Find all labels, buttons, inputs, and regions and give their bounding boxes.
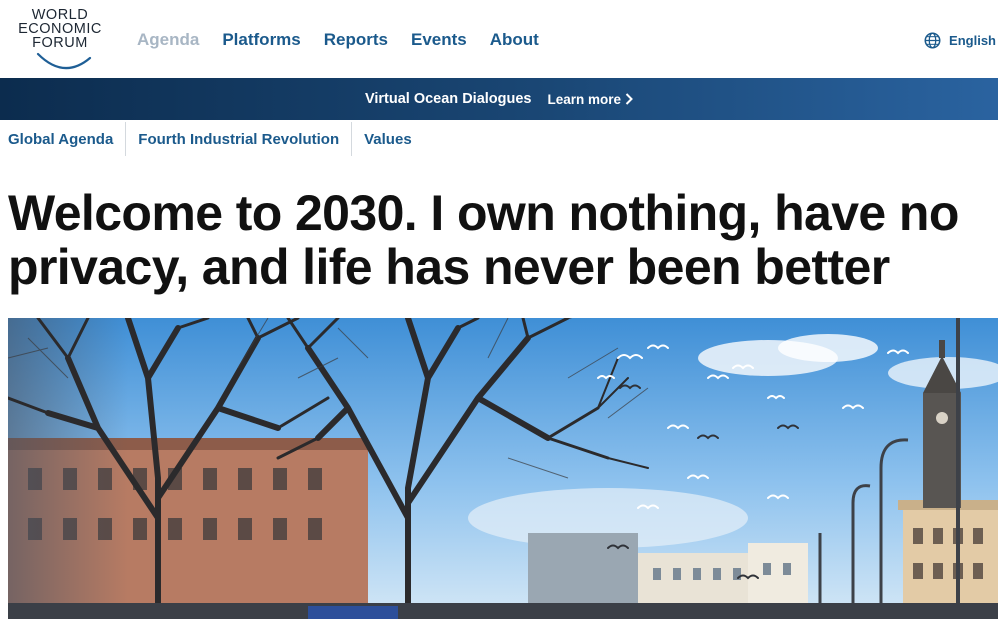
tag-fourth-industrial-revolution[interactable]: Fourth Industrial Revolution (126, 122, 353, 156)
nav-agenda[interactable]: Agenda (137, 30, 199, 50)
wef-logo[interactable]: WORLD ECONOMIC FORUM (6, 8, 116, 72)
promo-banner: Virtual Ocean Dialogues Learn more (0, 78, 998, 120)
logo-line-1: WORLD (31, 7, 89, 23)
logo-line-2: ECONOMIC (18, 21, 102, 37)
learn-more-link[interactable]: Learn more (548, 92, 634, 107)
topic-tags: Global Agenda Fourth Industrial Revoluti… (0, 120, 424, 158)
tag-values[interactable]: Values (352, 122, 424, 156)
main-nav: Agenda Platforms Reports Events About (137, 30, 539, 50)
banner-title: Virtual Ocean Dialogues (364, 91, 532, 107)
nav-platforms[interactable]: Platforms (222, 30, 300, 50)
language-selector[interactable]: English (924, 32, 996, 49)
logo-swoosh-icon (36, 52, 92, 70)
tag-global-agenda[interactable]: Global Agenda (0, 122, 127, 156)
chevron-right-icon (625, 93, 633, 105)
article-headline: Welcome to 2030. I own nothing, have no … (8, 185, 959, 295)
nav-reports[interactable]: Reports (324, 30, 388, 50)
nav-about[interactable]: About (490, 30, 539, 50)
nav-events[interactable]: Events (411, 30, 467, 50)
learn-more-label: Learn more (547, 91, 622, 107)
hero-image (8, 318, 998, 619)
city-square-photo (8, 318, 998, 619)
language-label: English (949, 33, 996, 48)
logo-line-3: FORUM (32, 35, 88, 51)
globe-icon (924, 32, 941, 49)
site-header: WORLD ECONOMIC FORUM Agenda Platforms Re… (0, 0, 998, 78)
